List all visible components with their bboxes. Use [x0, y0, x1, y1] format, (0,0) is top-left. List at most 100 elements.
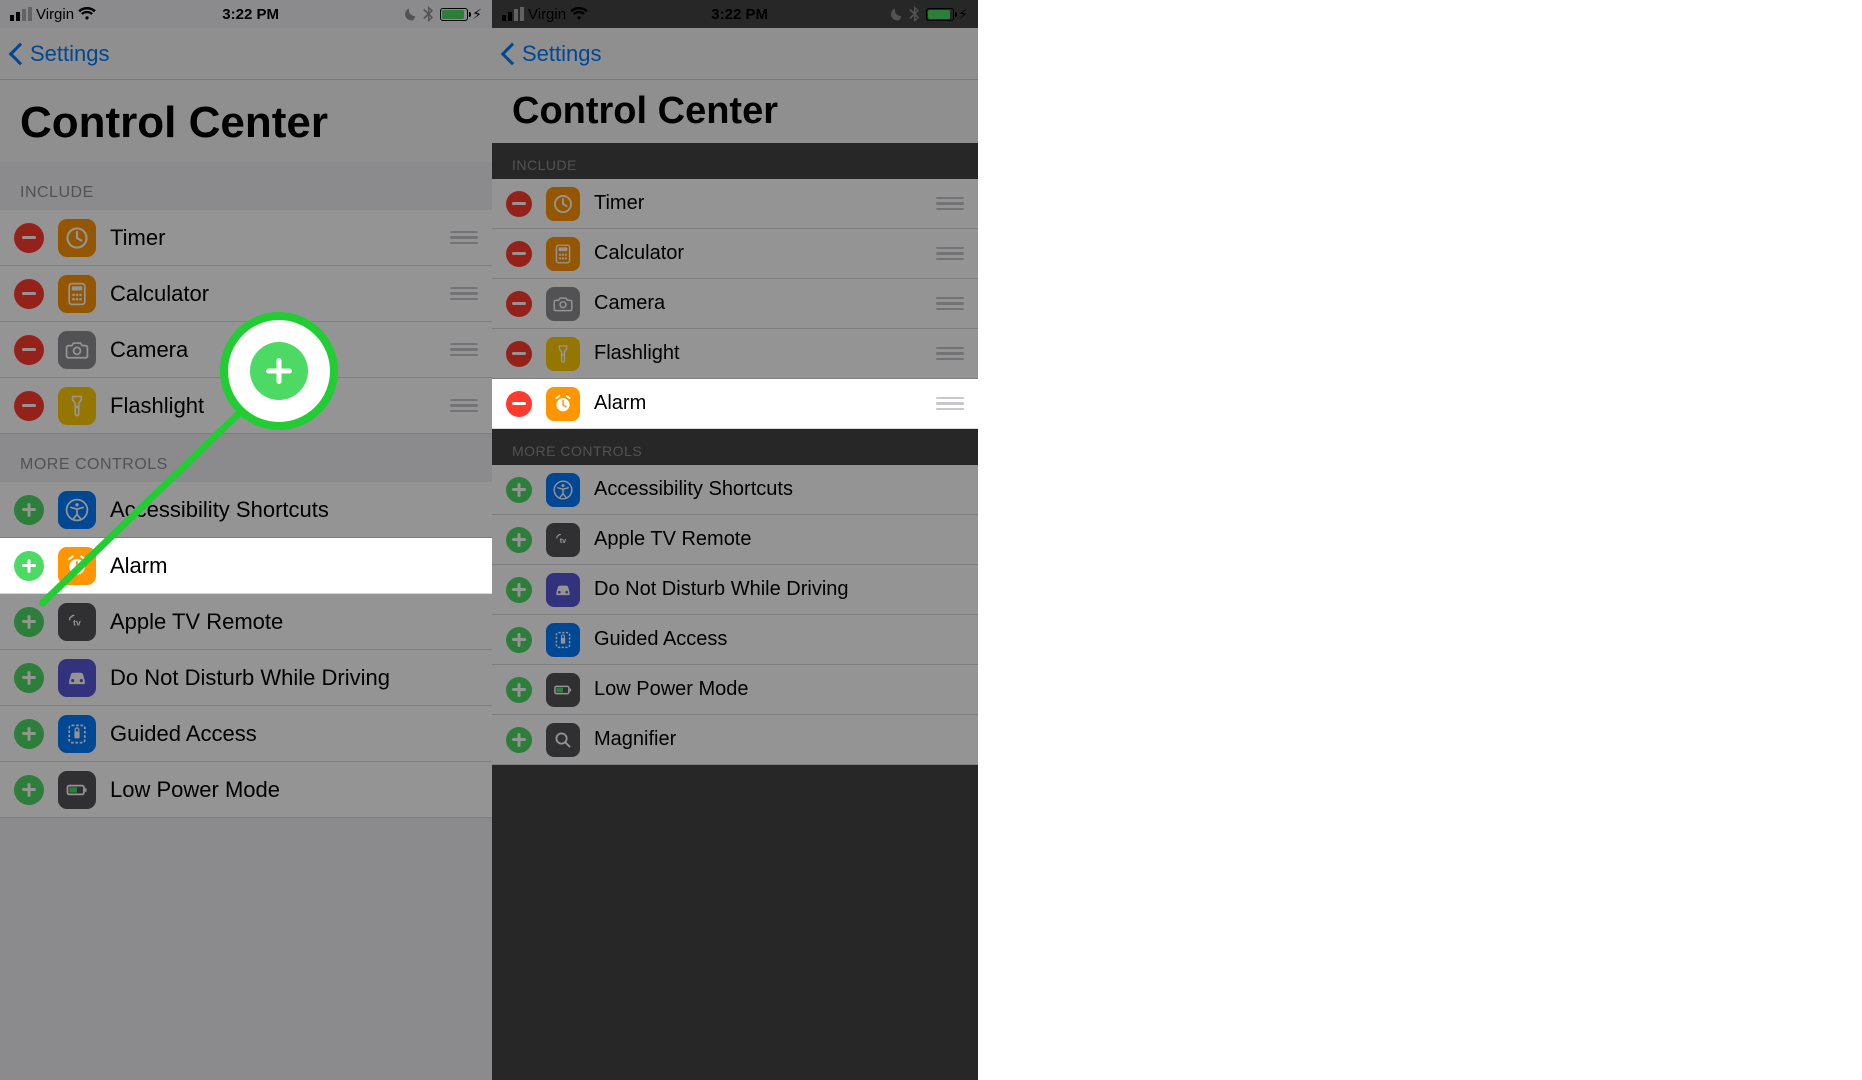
- control-label: Timer: [110, 225, 450, 251]
- drag-handle-icon[interactable]: [450, 228, 478, 248]
- control-row-appletv[interactable]: tv Apple TV Remote: [492, 515, 978, 565]
- nav-bar: Settings: [492, 28, 978, 80]
- add-button[interactable]: [14, 495, 44, 525]
- timer-icon: [58, 219, 96, 257]
- back-button[interactable]: Settings: [8, 41, 110, 67]
- car-icon: [58, 659, 96, 697]
- control-row-calculator[interactable]: Calculator: [0, 266, 492, 322]
- add-button[interactable]: [14, 775, 44, 805]
- drag-handle-icon[interactable]: [936, 344, 964, 364]
- add-button[interactable]: [506, 677, 532, 703]
- drag-handle-icon[interactable]: [936, 194, 964, 214]
- control-label: Low Power Mode: [110, 777, 478, 803]
- control-row-lowpower[interactable]: Low Power Mode: [492, 665, 978, 715]
- annotation-add-circle: [220, 312, 338, 430]
- add-button[interactable]: [506, 727, 532, 753]
- control-row-guided[interactable]: Guided Access: [0, 706, 492, 762]
- remove-button[interactable]: [506, 191, 532, 217]
- remove-button[interactable]: [14, 279, 44, 309]
- control-row-guided[interactable]: Guided Access: [492, 615, 978, 665]
- control-row-lowpower[interactable]: Low Power Mode: [0, 762, 492, 818]
- remove-button[interactable]: [506, 291, 532, 317]
- flashlight-icon: [546, 337, 580, 371]
- control-row-camera[interactable]: Camera: [492, 279, 978, 329]
- add-button[interactable]: [14, 719, 44, 749]
- add-button[interactable]: [14, 663, 44, 693]
- control-row-timer[interactable]: Timer: [0, 210, 492, 266]
- control-label: Low Power Mode: [594, 678, 964, 701]
- screenshot-panel-1: Virgin 3:22 PM ⚡︎ Settings Control Cente…: [0, 0, 492, 1080]
- charging-icon: ⚡︎: [472, 6, 482, 23]
- control-row-appletv[interactable]: tv Apple TV Remote: [0, 594, 492, 650]
- drag-handle-icon[interactable]: [936, 244, 964, 264]
- drag-handle-icon[interactable]: [936, 394, 964, 414]
- control-label: Apple TV Remote: [110, 609, 478, 635]
- svg-text:tv: tv: [73, 617, 81, 627]
- control-row-alarm[interactable]: Alarm: [0, 538, 492, 594]
- control-row-timer[interactable]: Timer: [492, 179, 978, 229]
- remove-button[interactable]: [506, 241, 532, 267]
- remove-button[interactable]: [14, 223, 44, 253]
- screenshot-panel-2: Virgin 3:22 PM ⚡︎ Settings Control Cente…: [492, 0, 978, 1080]
- drag-handle-icon[interactable]: [450, 284, 478, 304]
- add-button[interactable]: [506, 577, 532, 603]
- more-controls-section-header: MORE CONTROLS: [492, 429, 978, 465]
- control-row-calculator[interactable]: Calculator: [492, 229, 978, 279]
- back-button[interactable]: Settings: [500, 41, 602, 67]
- remove-button[interactable]: [506, 391, 532, 417]
- remove-button[interactable]: [506, 341, 532, 367]
- clock-label: 3:22 PM: [711, 6, 768, 23]
- control-label: Apple TV Remote: [594, 528, 964, 551]
- signal-bars-icon: [10, 7, 32, 21]
- signal-bars-icon: [502, 7, 524, 21]
- moon-icon: [891, 7, 905, 21]
- control-row-accessibility[interactable]: Accessibility Shortcuts: [492, 465, 978, 515]
- add-button[interactable]: [14, 607, 44, 637]
- svg-text:tv: tv: [560, 535, 567, 544]
- camera-icon: [546, 287, 580, 321]
- appletv-icon: tv: [58, 603, 96, 641]
- plus-icon: [250, 342, 308, 400]
- remove-button[interactable]: [14, 391, 44, 421]
- timer-icon: [546, 187, 580, 221]
- battery-icon: [440, 8, 468, 21]
- battery-icon: [926, 8, 954, 21]
- add-button[interactable]: [506, 477, 532, 503]
- accessibility-icon: [546, 473, 580, 507]
- control-label: Timer: [594, 192, 936, 215]
- carrier-label: Virgin: [36, 6, 74, 23]
- alarm-icon: [546, 387, 580, 421]
- control-label: Calculator: [110, 281, 450, 307]
- status-bar: Virgin 3:22 PM ⚡︎: [492, 0, 978, 28]
- back-label: Settings: [30, 41, 110, 67]
- status-bar: Virgin 3:22 PM ⚡︎: [0, 0, 492, 28]
- control-row-car[interactable]: Do Not Disturb While Driving: [492, 565, 978, 615]
- add-button[interactable]: [506, 627, 532, 653]
- accessibility-icon: [58, 491, 96, 529]
- back-label: Settings: [522, 41, 602, 67]
- chevron-left-icon: [9, 42, 32, 65]
- control-row-car[interactable]: Do Not Disturb While Driving: [0, 650, 492, 706]
- drag-handle-icon[interactable]: [450, 396, 478, 416]
- control-row-alarm[interactable]: Alarm: [492, 379, 978, 429]
- control-row-accessibility[interactable]: Accessibility Shortcuts: [0, 482, 492, 538]
- include-section-header: INCLUDE: [492, 143, 978, 179]
- control-label: Guided Access: [110, 721, 478, 747]
- chevron-left-icon: [501, 42, 524, 65]
- remove-button[interactable]: [14, 335, 44, 365]
- wifi-icon: [78, 7, 96, 21]
- add-button[interactable]: [506, 527, 532, 553]
- wifi-icon: [570, 7, 588, 21]
- bluetooth-icon: [909, 6, 919, 22]
- control-label: Magnifier: [594, 728, 964, 751]
- car-icon: [546, 573, 580, 607]
- clock-label: 3:22 PM: [222, 6, 279, 23]
- calculator-icon: [546, 237, 580, 271]
- drag-handle-icon[interactable]: [450, 340, 478, 360]
- add-button[interactable]: [14, 551, 44, 581]
- guided-icon: [546, 623, 580, 657]
- control-row-flashlight[interactable]: Flashlight: [492, 329, 978, 379]
- control-row-magnifier[interactable]: Magnifier: [492, 715, 978, 765]
- drag-handle-icon[interactable]: [936, 294, 964, 314]
- lowpower-icon: [58, 771, 96, 809]
